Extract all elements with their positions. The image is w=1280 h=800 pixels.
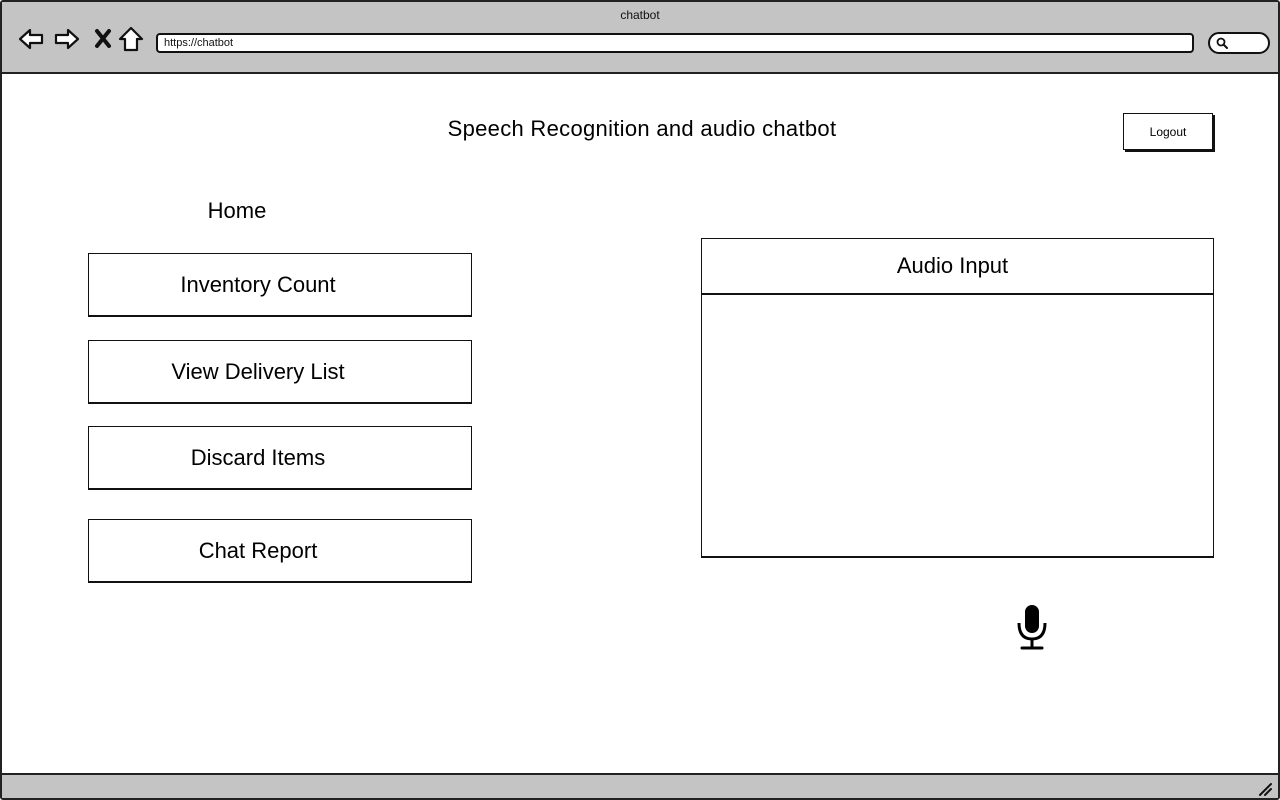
chat-report-button[interactable]: Chat Report xyxy=(88,519,472,583)
inventory-count-button[interactable]: Inventory Count xyxy=(88,253,472,317)
browser-toolbar: chatbot xyxy=(2,2,1278,74)
audio-input-panel: Audio Input xyxy=(701,238,1214,558)
stop-button[interactable] xyxy=(88,24,118,54)
home-nav-button[interactable] xyxy=(116,24,146,54)
audio-panel-title: Audio Input xyxy=(702,239,1213,295)
view-delivery-list-button[interactable]: View Delivery List xyxy=(88,340,472,404)
discard-items-button[interactable]: Discard Items xyxy=(88,426,472,490)
audio-input-area[interactable] xyxy=(702,295,1213,557)
browser-search-button[interactable] xyxy=(1208,32,1270,54)
page-title: Speech Recognition and audio chatbot xyxy=(447,116,837,141)
back-button[interactable] xyxy=(16,24,46,54)
browser-window: chatbot Spee xyxy=(0,0,1280,800)
resize-handle-icon[interactable] xyxy=(1256,780,1272,796)
forward-button[interactable] xyxy=(52,24,82,54)
home-icon xyxy=(118,26,144,52)
url-input[interactable] xyxy=(156,33,1194,53)
logout-button[interactable]: Logout xyxy=(1123,113,1213,150)
home-heading: Home xyxy=(207,198,267,223)
search-icon xyxy=(1216,37,1228,49)
microphone-button[interactable] xyxy=(1012,602,1052,652)
status-bar xyxy=(2,773,1278,798)
close-icon xyxy=(95,29,111,48)
arrow-right-icon xyxy=(54,28,80,50)
microphone-icon xyxy=(1017,605,1047,650)
window-title: chatbot xyxy=(620,8,660,22)
arrow-left-icon xyxy=(18,28,44,50)
